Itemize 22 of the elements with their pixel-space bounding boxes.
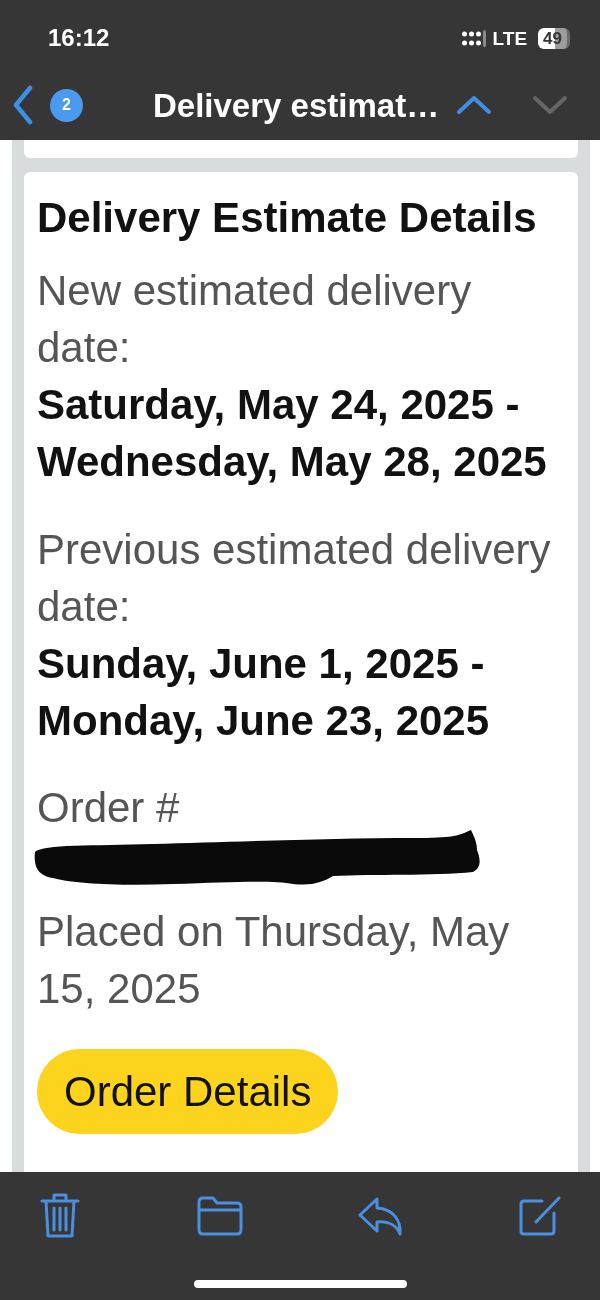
battery-indicator: 49 bbox=[538, 27, 570, 49]
card-heading: Delivery Estimate Details bbox=[37, 193, 538, 243]
field-label: Order # bbox=[37, 783, 181, 833]
signal-icon bbox=[461, 29, 486, 47]
order-placed-date: Placed on Thursday, May 15, 2025 bbox=[37, 907, 511, 1014]
previous-message-button[interactable] bbox=[456, 93, 493, 117]
network-type: LTE bbox=[492, 28, 528, 48]
compose-icon bbox=[517, 1195, 562, 1237]
delete-button[interactable] bbox=[40, 1192, 80, 1240]
unread-count-badge: 2 bbox=[50, 88, 83, 122]
reply-button[interactable] bbox=[357, 1196, 404, 1236]
reply-arrow-icon bbox=[357, 1196, 404, 1236]
field-label: Previous estimated delivery date: bbox=[37, 525, 552, 632]
delivery-date-range: Sunday, June 1, 2025 - Monday, June 23, 2025 bbox=[37, 639, 491, 746]
field-label: New estimated delivery date: bbox=[37, 266, 473, 373]
compose-button[interactable] bbox=[517, 1195, 562, 1237]
clock-time: 16:12 bbox=[48, 26, 110, 50]
order-details-button[interactable]: Order Details bbox=[37, 1049, 339, 1134]
back-chevron-icon bbox=[12, 85, 34, 125]
delivery-date-range: Saturday, May 24, 2025 - Wednesday, May 28, 2025 bbox=[37, 380, 548, 487]
message-subject-title: Delivery estimat… bbox=[153, 88, 440, 122]
trash-icon bbox=[40, 1192, 80, 1240]
